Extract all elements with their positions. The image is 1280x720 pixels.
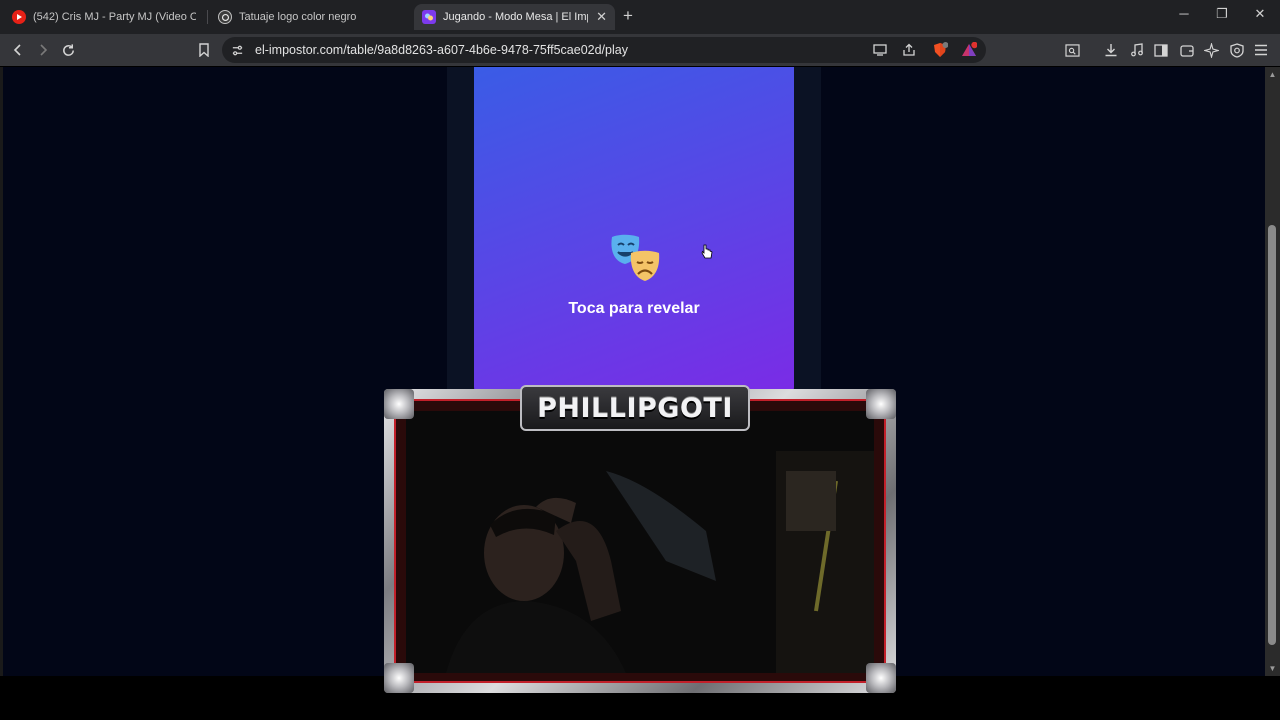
masks-icon: [422, 10, 436, 24]
address-bar[interactable]: el-impostor.com/table/9a8d8263-a607-4b6e…: [222, 37, 986, 63]
tab-chatgpt[interactable]: Tatuaje logo color negro: [210, 4, 410, 30]
forward-icon[interactable]: [33, 40, 53, 60]
chatgpt-icon: [218, 10, 232, 24]
new-tab-button[interactable]: +: [623, 6, 633, 26]
reload-icon[interactable]: [58, 40, 78, 60]
frame-corner-gem: [384, 389, 414, 419]
tab-strip: (542) Cris MJ - Party MJ (Video Oficia T…: [0, 0, 1280, 34]
scroll-up-icon[interactable]: ▲: [1268, 70, 1277, 79]
minimize-icon[interactable]: ─: [1174, 6, 1194, 21]
webcam-video: [406, 411, 874, 673]
brave-shields-icon[interactable]: [930, 40, 950, 60]
reveal-card[interactable]: Toca para revelar: [474, 67, 794, 397]
scroll-down-icon[interactable]: ▼: [1268, 664, 1277, 673]
mouse-cursor-icon: [701, 244, 713, 265]
site-settings-icon[interactable]: [227, 40, 247, 60]
tab-title: (542) Cris MJ - Party MJ (Video Oficia: [33, 11, 196, 23]
url-text: el-impostor.com/table/9a8d8263-a607-4b6e…: [255, 43, 628, 57]
brave-rewards-icon[interactable]: [959, 40, 979, 60]
leo-ai-icon[interactable]: [1201, 40, 1221, 60]
tab-youtube[interactable]: (542) Cris MJ - Party MJ (Video Oficia: [4, 4, 204, 30]
wallet-icon[interactable]: [1177, 40, 1197, 60]
reader-mode-icon[interactable]: [1062, 40, 1082, 60]
frame-corner-gem: [866, 389, 896, 419]
frame-corner-gem: [384, 663, 414, 693]
frame-corner-gem: [866, 663, 896, 693]
reveal-label: Toca para revelar: [568, 300, 700, 317]
streamer-name-badge: PHILLIPGOTI: [520, 385, 750, 431]
tab-title: Jugando - Modo Mesa | El Impo: [443, 11, 588, 23]
youtube-icon: [12, 10, 26, 24]
sidebar-icon[interactable]: [1151, 40, 1171, 60]
cast-icon[interactable]: [870, 40, 890, 60]
close-tab-icon[interactable]: ✕: [590, 9, 607, 25]
downloads-icon[interactable]: [1101, 40, 1121, 60]
share-icon[interactable]: [899, 40, 919, 60]
theater-masks-icon: [609, 233, 663, 287]
bookmark-icon[interactable]: [194, 40, 214, 60]
menu-icon[interactable]: [1251, 40, 1271, 60]
restore-icon[interactable]: ❐: [1212, 6, 1232, 22]
tab-divider: [207, 10, 208, 24]
streamer-name: PHILLIPGOTI: [537, 392, 733, 424]
tab-el-impostor[interactable]: Jugando - Modo Mesa | El Impo ✕: [414, 4, 615, 30]
vpn-icon[interactable]: [1227, 40, 1247, 60]
scroll-thumb[interactable]: [1268, 225, 1276, 645]
tab-title: Tatuaje logo color negro: [239, 11, 357, 23]
page-scrollbar[interactable]: ▲ ▼: [1265, 67, 1280, 676]
back-icon[interactable]: [8, 40, 28, 60]
webcam-overlay: PHILLIPGOTI: [384, 385, 896, 693]
media-icon[interactable]: [1127, 40, 1147, 60]
close-window-icon[interactable]: ✕: [1250, 6, 1270, 22]
browser-toolbar: el-impostor.com/table/9a8d8263-a607-4b6e…: [0, 34, 1280, 66]
